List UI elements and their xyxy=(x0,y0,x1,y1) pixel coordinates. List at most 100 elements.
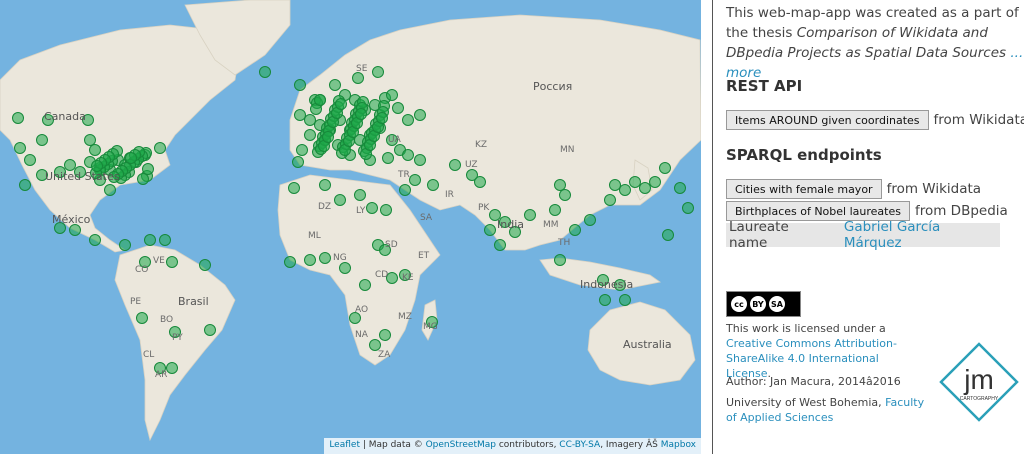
cc-license-badge[interactable]: cc BY SA xyxy=(726,291,801,317)
birthplace-marker[interactable] xyxy=(380,204,392,216)
laureate-link[interactable]: Gabriel García Márquez xyxy=(844,219,1000,251)
birthplace-marker[interactable] xyxy=(125,152,137,164)
birthplace-marker[interactable] xyxy=(294,79,306,91)
birthplace-marker[interactable] xyxy=(524,209,536,221)
birthplace-marker[interactable] xyxy=(372,66,384,78)
birthplace-marker[interactable] xyxy=(682,202,694,214)
birthplace-marker[interactable] xyxy=(584,214,596,226)
birthplace-marker[interactable] xyxy=(609,179,621,191)
osm-link[interactable]: OpenStreetMap xyxy=(426,440,496,450)
birthplace-marker[interactable] xyxy=(399,184,411,196)
birthplace-marker[interactable] xyxy=(119,239,131,251)
birthplace-marker[interactable] xyxy=(649,176,661,188)
female-mayor-button[interactable]: Cities with female mayor xyxy=(726,179,882,199)
birthplace-marker[interactable] xyxy=(474,176,486,188)
birthplace-marker[interactable] xyxy=(449,159,461,171)
birthplace-marker[interactable] xyxy=(366,202,378,214)
birthplace-marker[interactable] xyxy=(294,109,306,121)
birthplace-marker[interactable] xyxy=(639,182,651,194)
birthplace-marker[interactable] xyxy=(414,154,426,166)
map-place-label: CL xyxy=(143,350,155,360)
birthplace-marker[interactable] xyxy=(376,112,388,124)
birthplace-marker[interactable] xyxy=(599,294,611,306)
birthplace-marker[interactable] xyxy=(314,94,326,106)
mapbox-link[interactable]: Mapbox xyxy=(661,440,696,450)
leaflet-link[interactable]: Leaflet xyxy=(329,440,360,450)
birthplace-marker[interactable] xyxy=(284,256,296,268)
birthplace-marker[interactable] xyxy=(604,194,616,206)
birthplace-marker[interactable] xyxy=(352,72,364,84)
birthplace-marker[interactable] xyxy=(24,154,36,166)
birthplace-marker[interactable] xyxy=(14,142,26,154)
birthplace-marker[interactable] xyxy=(427,179,439,191)
birthplace-marker[interactable] xyxy=(484,224,496,236)
birthplace-marker[interactable] xyxy=(662,229,674,241)
birthplace-marker[interactable] xyxy=(199,259,211,271)
birthplace-marker[interactable] xyxy=(392,102,404,114)
birthplace-marker[interactable] xyxy=(259,66,271,78)
birthplace-marker[interactable] xyxy=(69,224,81,236)
birthplace-marker[interactable] xyxy=(84,134,96,146)
birthplace-marker[interactable] xyxy=(414,109,426,121)
birthplace-marker[interactable] xyxy=(329,79,341,91)
map-place-label: Brasil xyxy=(178,295,209,308)
birthplace-marker[interactable] xyxy=(355,108,367,120)
birthplace-marker[interactable] xyxy=(166,256,178,268)
birthplace-marker[interactable] xyxy=(402,149,414,161)
birthplace-marker[interactable] xyxy=(166,362,178,374)
world-map[interactable]: Canada United States México Brasil Россия Ind… xyxy=(0,0,701,454)
birthplace-marker[interactable] xyxy=(36,134,48,146)
birthplace-marker[interactable] xyxy=(292,156,304,168)
birthplace-marker[interactable] xyxy=(659,162,671,174)
birthplace-marker[interactable] xyxy=(19,179,31,191)
birthplace-marker[interactable] xyxy=(402,114,414,126)
birthplace-marker[interactable] xyxy=(204,324,216,336)
birthplace-marker[interactable] xyxy=(369,339,381,351)
birthplace-marker[interactable] xyxy=(319,252,331,264)
birthplace-marker[interactable] xyxy=(296,144,308,156)
birthplace-marker[interactable] xyxy=(494,239,506,251)
birthplace-marker[interactable] xyxy=(674,182,686,194)
map-place-label: PK xyxy=(478,203,490,213)
birthplace-marker[interactable] xyxy=(339,262,351,274)
birthplace-marker[interactable] xyxy=(629,176,641,188)
birthplace-marker[interactable] xyxy=(554,179,566,191)
birthplace-marker[interactable] xyxy=(409,174,421,186)
birthplace-marker[interactable] xyxy=(359,279,371,291)
birthplace-marker[interactable] xyxy=(104,184,116,196)
birthplace-marker[interactable] xyxy=(64,159,76,171)
birthplace-marker[interactable] xyxy=(12,112,24,124)
birthplace-marker[interactable] xyxy=(559,189,571,201)
birthplace-marker[interactable] xyxy=(304,114,316,126)
birthplace-marker[interactable] xyxy=(619,184,631,196)
birthplace-marker[interactable] xyxy=(144,234,156,246)
birthplace-marker[interactable] xyxy=(334,194,346,206)
birthplace-marker[interactable] xyxy=(379,329,391,341)
birthplace-marker[interactable] xyxy=(136,312,148,324)
birthplace-marker[interactable] xyxy=(89,234,101,246)
nobel-birthplaces-button[interactable]: Birthplaces of Nobel laureates xyxy=(726,201,910,221)
birthplace-marker[interactable] xyxy=(304,129,316,141)
birthplace-marker[interactable] xyxy=(549,204,561,216)
birthplace-marker[interactable] xyxy=(154,142,166,154)
sa-icon: SA xyxy=(769,296,785,312)
birthplace-marker[interactable] xyxy=(89,144,101,156)
items-around-button[interactable]: Items AROUND given coordinates xyxy=(726,110,929,130)
birthplace-marker[interactable] xyxy=(382,152,394,164)
birthplace-marker[interactable] xyxy=(569,224,581,236)
cc-by-sa-link[interactable]: CC-BY-SA xyxy=(559,440,600,450)
map-place-label: PY xyxy=(172,333,183,343)
birthplace-marker[interactable] xyxy=(137,173,149,185)
birthplace-marker[interactable] xyxy=(354,189,366,201)
map-place-label: TR xyxy=(398,170,410,180)
birthplace-marker[interactable] xyxy=(159,234,171,246)
birthplace-marker[interactable] xyxy=(386,89,398,101)
birthplace-marker[interactable] xyxy=(319,179,331,191)
birthplace-marker[interactable] xyxy=(142,163,154,175)
birthplace-marker[interactable] xyxy=(335,98,347,110)
birthplace-marker[interactable] xyxy=(619,294,631,306)
birthplace-marker[interactable] xyxy=(554,254,566,266)
birthplace-marker[interactable] xyxy=(288,182,300,194)
birthplace-marker[interactable] xyxy=(322,131,334,143)
birthplace-marker[interactable] xyxy=(304,254,316,266)
